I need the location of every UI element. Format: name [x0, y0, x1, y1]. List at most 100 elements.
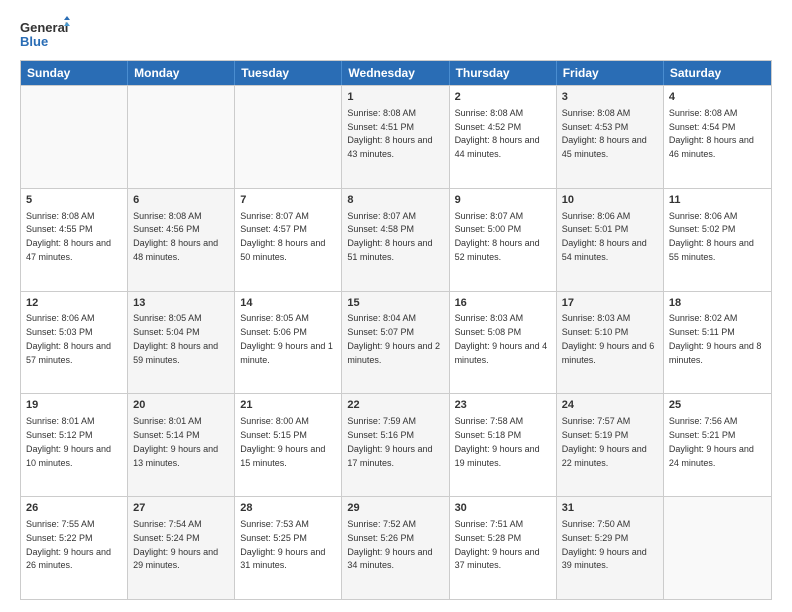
- day-number: 19: [26, 398, 122, 413]
- day-number: 10: [562, 193, 658, 208]
- cal-cell: 28 Sunrise: 7:53 AMSunset: 5:25 PMDaylig…: [235, 497, 342, 599]
- cell-text: Sunrise: 7:56 AMSunset: 5:21 PMDaylight:…: [669, 416, 754, 467]
- day-number: 25: [669, 398, 766, 413]
- svg-text:General: General: [20, 20, 68, 35]
- day-number: 5: [26, 193, 122, 208]
- page: General Blue SundayMondayTuesdayWednesda…: [0, 0, 792, 612]
- day-number: 28: [240, 501, 336, 516]
- day-number: 17: [562, 296, 658, 311]
- cal-cell: 19 Sunrise: 8:01 AMSunset: 5:12 PMDaylig…: [21, 394, 128, 496]
- cal-cell: 27 Sunrise: 7:54 AMSunset: 5:24 PMDaylig…: [128, 497, 235, 599]
- day-number: 26: [26, 501, 122, 516]
- header-cell-thursday: Thursday: [450, 61, 557, 85]
- cell-text: Sunrise: 8:06 AMSunset: 5:01 PMDaylight:…: [562, 211, 647, 262]
- cell-text: Sunrise: 7:50 AMSunset: 5:29 PMDaylight:…: [562, 519, 647, 570]
- cell-text: Sunrise: 8:06 AMSunset: 5:03 PMDaylight:…: [26, 313, 111, 364]
- cell-text: Sunrise: 7:54 AMSunset: 5:24 PMDaylight:…: [133, 519, 218, 570]
- day-number: 3: [562, 90, 658, 105]
- cell-text: Sunrise: 8:00 AMSunset: 5:15 PMDaylight:…: [240, 416, 325, 467]
- day-number: 18: [669, 296, 766, 311]
- cell-text: Sunrise: 7:57 AMSunset: 5:19 PMDaylight:…: [562, 416, 647, 467]
- cell-text: Sunrise: 8:08 AMSunset: 4:55 PMDaylight:…: [26, 211, 111, 262]
- cal-cell: [128, 86, 235, 188]
- header-cell-tuesday: Tuesday: [235, 61, 342, 85]
- cell-text: Sunrise: 8:05 AMSunset: 5:04 PMDaylight:…: [133, 313, 218, 364]
- cell-text: Sunrise: 8:08 AMSunset: 4:56 PMDaylight:…: [133, 211, 218, 262]
- cal-cell: 12 Sunrise: 8:06 AMSunset: 5:03 PMDaylig…: [21, 292, 128, 394]
- cal-cell: 23 Sunrise: 7:58 AMSunset: 5:18 PMDaylig…: [450, 394, 557, 496]
- cal-cell: 8 Sunrise: 8:07 AMSunset: 4:58 PMDayligh…: [342, 189, 449, 291]
- header-cell-saturday: Saturday: [664, 61, 771, 85]
- cal-cell: 1 Sunrise: 8:08 AMSunset: 4:51 PMDayligh…: [342, 86, 449, 188]
- cal-cell: 10 Sunrise: 8:06 AMSunset: 5:01 PMDaylig…: [557, 189, 664, 291]
- cal-row-3: 19 Sunrise: 8:01 AMSunset: 5:12 PMDaylig…: [21, 393, 771, 496]
- cal-cell: 21 Sunrise: 8:00 AMSunset: 5:15 PMDaylig…: [235, 394, 342, 496]
- day-number: 14: [240, 296, 336, 311]
- cal-cell: 31 Sunrise: 7:50 AMSunset: 5:29 PMDaylig…: [557, 497, 664, 599]
- cell-text: Sunrise: 8:08 AMSunset: 4:54 PMDaylight:…: [669, 108, 754, 159]
- day-number: 7: [240, 193, 336, 208]
- day-number: 2: [455, 90, 551, 105]
- day-number: 8: [347, 193, 443, 208]
- cell-text: Sunrise: 8:08 AMSunset: 4:52 PMDaylight:…: [455, 108, 540, 159]
- cell-text: Sunrise: 8:02 AMSunset: 5:11 PMDaylight:…: [669, 313, 762, 364]
- day-number: 16: [455, 296, 551, 311]
- cal-cell: 11 Sunrise: 8:06 AMSunset: 5:02 PMDaylig…: [664, 189, 771, 291]
- day-number: 22: [347, 398, 443, 413]
- cal-row-1: 5 Sunrise: 8:08 AMSunset: 4:55 PMDayligh…: [21, 188, 771, 291]
- cal-cell: 25 Sunrise: 7:56 AMSunset: 5:21 PMDaylig…: [664, 394, 771, 496]
- cell-text: Sunrise: 7:52 AMSunset: 5:26 PMDaylight:…: [347, 519, 432, 570]
- cal-cell: 9 Sunrise: 8:07 AMSunset: 5:00 PMDayligh…: [450, 189, 557, 291]
- cal-row-4: 26 Sunrise: 7:55 AMSunset: 5:22 PMDaylig…: [21, 496, 771, 599]
- calendar-header-row: SundayMondayTuesdayWednesdayThursdayFrid…: [21, 61, 771, 85]
- header: General Blue: [20, 16, 772, 52]
- day-number: 4: [669, 90, 766, 105]
- cal-cell: 26 Sunrise: 7:55 AMSunset: 5:22 PMDaylig…: [21, 497, 128, 599]
- day-number: 27: [133, 501, 229, 516]
- header-cell-wednesday: Wednesday: [342, 61, 449, 85]
- day-number: 9: [455, 193, 551, 208]
- cal-cell: 4 Sunrise: 8:08 AMSunset: 4:54 PMDayligh…: [664, 86, 771, 188]
- header-cell-sunday: Sunday: [21, 61, 128, 85]
- cell-text: Sunrise: 7:53 AMSunset: 5:25 PMDaylight:…: [240, 519, 325, 570]
- cal-cell: [235, 86, 342, 188]
- cal-cell: 7 Sunrise: 8:07 AMSunset: 4:57 PMDayligh…: [235, 189, 342, 291]
- day-number: 24: [562, 398, 658, 413]
- day-number: 15: [347, 296, 443, 311]
- cal-cell: 3 Sunrise: 8:08 AMSunset: 4:53 PMDayligh…: [557, 86, 664, 188]
- cell-text: Sunrise: 8:03 AMSunset: 5:08 PMDaylight:…: [455, 313, 548, 364]
- cell-text: Sunrise: 8:05 AMSunset: 5:06 PMDaylight:…: [240, 313, 333, 364]
- cal-cell: 29 Sunrise: 7:52 AMSunset: 5:26 PMDaylig…: [342, 497, 449, 599]
- day-number: 13: [133, 296, 229, 311]
- cal-cell: 5 Sunrise: 8:08 AMSunset: 4:55 PMDayligh…: [21, 189, 128, 291]
- day-number: 11: [669, 193, 766, 208]
- day-number: 20: [133, 398, 229, 413]
- cell-text: Sunrise: 7:59 AMSunset: 5:16 PMDaylight:…: [347, 416, 432, 467]
- cal-cell: 15 Sunrise: 8:04 AMSunset: 5:07 PMDaylig…: [342, 292, 449, 394]
- cell-text: Sunrise: 8:01 AMSunset: 5:14 PMDaylight:…: [133, 416, 218, 467]
- cal-cell: [664, 497, 771, 599]
- logo-svg: General Blue: [20, 16, 70, 52]
- day-number: 23: [455, 398, 551, 413]
- day-number: 12: [26, 296, 122, 311]
- cell-text: Sunrise: 8:04 AMSunset: 5:07 PMDaylight:…: [347, 313, 440, 364]
- calendar-body: 1 Sunrise: 8:08 AMSunset: 4:51 PMDayligh…: [21, 85, 771, 599]
- day-number: 6: [133, 193, 229, 208]
- cal-cell: 24 Sunrise: 7:57 AMSunset: 5:19 PMDaylig…: [557, 394, 664, 496]
- cell-text: Sunrise: 7:51 AMSunset: 5:28 PMDaylight:…: [455, 519, 540, 570]
- day-number: 29: [347, 501, 443, 516]
- cell-text: Sunrise: 8:08 AMSunset: 4:53 PMDaylight:…: [562, 108, 647, 159]
- day-number: 21: [240, 398, 336, 413]
- calendar: SundayMondayTuesdayWednesdayThursdayFrid…: [20, 60, 772, 600]
- cell-text: Sunrise: 8:07 AMSunset: 5:00 PMDaylight:…: [455, 211, 540, 262]
- cal-cell: 2 Sunrise: 8:08 AMSunset: 4:52 PMDayligh…: [450, 86, 557, 188]
- cal-row-0: 1 Sunrise: 8:08 AMSunset: 4:51 PMDayligh…: [21, 85, 771, 188]
- cell-text: Sunrise: 7:55 AMSunset: 5:22 PMDaylight:…: [26, 519, 111, 570]
- cal-row-2: 12 Sunrise: 8:06 AMSunset: 5:03 PMDaylig…: [21, 291, 771, 394]
- cal-cell: 18 Sunrise: 8:02 AMSunset: 5:11 PMDaylig…: [664, 292, 771, 394]
- logo: General Blue: [20, 16, 70, 52]
- cal-cell: 17 Sunrise: 8:03 AMSunset: 5:10 PMDaylig…: [557, 292, 664, 394]
- header-cell-friday: Friday: [557, 61, 664, 85]
- cal-cell: 6 Sunrise: 8:08 AMSunset: 4:56 PMDayligh…: [128, 189, 235, 291]
- cal-cell: 22 Sunrise: 7:59 AMSunset: 5:16 PMDaylig…: [342, 394, 449, 496]
